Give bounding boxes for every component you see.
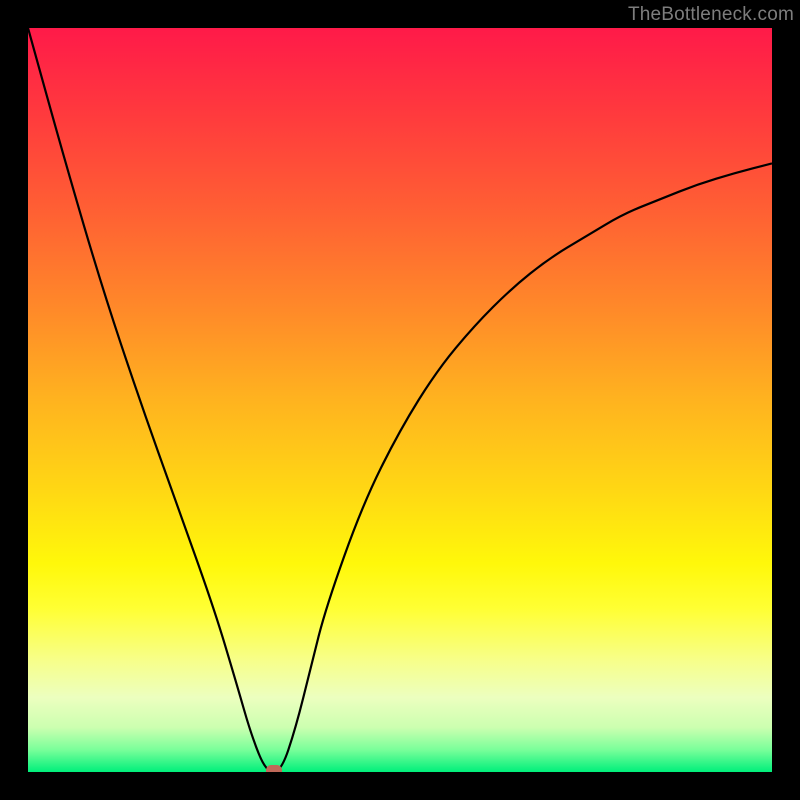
chart-marker <box>266 765 282 772</box>
chart-curve <box>28 28 772 772</box>
chart-frame: TheBottleneck.com <box>0 0 800 800</box>
watermark-text: TheBottleneck.com <box>628 4 794 26</box>
plot-area <box>28 28 772 772</box>
